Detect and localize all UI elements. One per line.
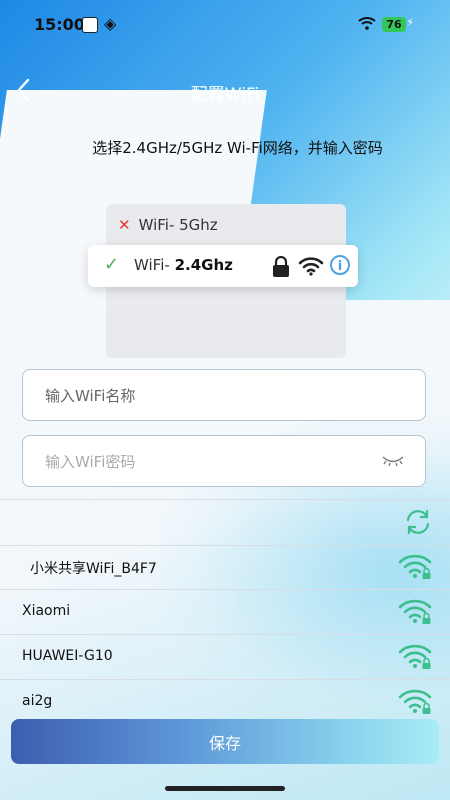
home-indicator <box>165 786 285 791</box>
refresh-icon[interactable] <box>402 506 434 538</box>
wifi-icon <box>298 257 324 276</box>
network-name: HUAWEI-G10 <box>22 648 113 664</box>
diamond-icon: ◈ <box>104 14 117 33</box>
secured-wifi-icon <box>398 689 432 714</box>
illustration-24g-band: 2.4Ghz <box>174 256 233 274</box>
secured-wifi-icon <box>398 644 432 669</box>
network-name: ai2g <box>22 693 53 709</box>
network-name: Xiaomi <box>22 603 71 619</box>
network-row[interactable]: 小米共享WiFi_B4F7 <box>0 544 450 590</box>
eye-closed-icon[interactable] <box>381 454 405 468</box>
password-field[interactable] <box>22 435 426 488</box>
notification-square-icon <box>82 17 98 33</box>
battery-indicator: 76 <box>382 17 406 32</box>
network-row[interactable]: ai2g <box>0 679 450 724</box>
network-row[interactable]: Xiaomi <box>0 589 450 635</box>
charging-bolt-icon: ⚡ <box>406 16 414 29</box>
network-name: 小米共享WiFi_B4F7 <box>30 561 157 577</box>
info-icon: i <box>330 255 350 275</box>
instruction-text: 选择2.4GHz/5GHz Wi-Fi网络，并输入密码 <box>92 139 383 157</box>
status-bar: 15:00 ◈ 76 ⚡ <box>0 0 450 50</box>
lock-icon <box>273 256 289 277</box>
secured-wifi-icon <box>398 599 432 624</box>
illustration-24g-label: WiFi- 2.4Ghz <box>134 256 233 274</box>
check-icon: ✓ <box>104 254 120 275</box>
page-title: 配置WiFi <box>190 85 260 105</box>
refresh-row <box>0 499 450 546</box>
ssid-input[interactable] <box>43 370 387 422</box>
ssid-field[interactable] <box>22 369 426 422</box>
network-list: 小米共享WiFi_B4F7 Xiaomi HUAWEI-G10 ai2g <box>0 499 450 719</box>
status-wifi-icon <box>358 17 376 30</box>
save-button[interactable]: 保存 <box>11 719 439 764</box>
status-time: 15:00 <box>34 15 85 34</box>
illustration-card-24g: ✓ WiFi- 2.4Ghz i <box>88 245 358 287</box>
cross-icon: ✕ <box>118 216 131 234</box>
network-row[interactable]: HUAWEI-G10 <box>0 634 450 680</box>
secured-wifi-icon <box>398 554 432 579</box>
password-input[interactable] <box>43 436 387 488</box>
illustration-5g-label: WiFi- 5Ghz <box>138 216 218 234</box>
illustration-row-5g: ✕ WiFi- 5Ghz <box>118 216 218 234</box>
illustration-24g-prefix: WiFi- <box>134 256 170 274</box>
